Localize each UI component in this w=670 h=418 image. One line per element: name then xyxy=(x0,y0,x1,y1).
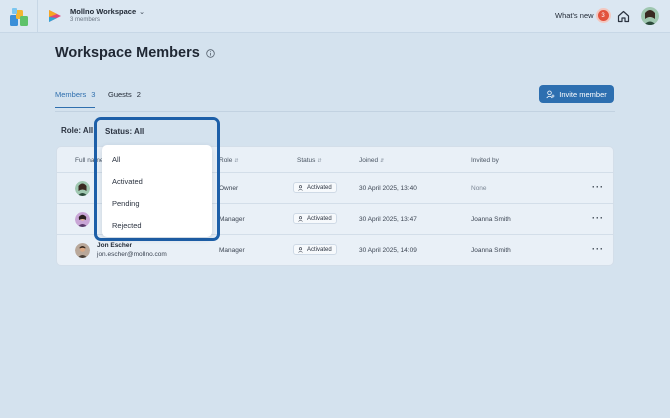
user-check-icon xyxy=(298,215,303,222)
workspace-switcher[interactable]: Mollno Workspace ⌄ xyxy=(70,7,145,16)
more-actions-icon[interactable]: ··· xyxy=(592,244,604,254)
member-invited-by: Joanna Smith xyxy=(471,247,511,254)
member-role: Owner xyxy=(219,185,239,192)
sort-icon: ⇵ xyxy=(234,157,239,164)
invite-member-label: Invite member xyxy=(559,89,607,99)
app-logo-icon[interactable] xyxy=(8,6,30,28)
role-filter[interactable]: Role: All xyxy=(61,126,93,135)
member-joined: 30 April 2025, 13:47 xyxy=(359,216,417,223)
member-joined: 30 April 2025, 13:40 xyxy=(359,185,417,192)
user-avatar[interactable] xyxy=(641,7,659,25)
sort-icon: ⇵ xyxy=(380,157,385,164)
header-status[interactable]: Status ⇵ xyxy=(297,157,322,164)
header-status-label: Status xyxy=(297,157,316,164)
member-name: Jon Escher xyxy=(97,242,133,249)
status-option-activated[interactable]: Activated xyxy=(112,177,143,186)
user-check-icon xyxy=(298,246,303,253)
status-text: Activated xyxy=(307,215,332,222)
whats-new-label: What's new xyxy=(555,11,594,20)
tab-guests[interactable]: Guests 2 xyxy=(108,90,141,99)
status-badge: Activated xyxy=(293,213,337,224)
tab-members[interactable]: Members 3 xyxy=(55,90,95,108)
chevron-down-icon: ⌄ xyxy=(139,8,145,16)
sort-icon: ⇵ xyxy=(317,157,322,164)
member-avatar xyxy=(75,212,90,227)
header-role-label: Role xyxy=(219,157,233,164)
status-options-menu: All Activated Pending Rejected xyxy=(102,145,212,237)
member-joined: 30 April 2025, 14:09 xyxy=(359,247,417,254)
add-user-icon xyxy=(546,90,555,98)
tab-guests-label: Guests xyxy=(108,90,132,99)
status-filter-label: Status: All xyxy=(105,127,145,136)
status-badge: Activated xyxy=(293,244,337,255)
member-avatar xyxy=(75,243,90,258)
tab-members-label: Members xyxy=(55,90,87,99)
status-badge: Activated xyxy=(293,182,337,193)
info-icon[interactable] xyxy=(206,48,215,58)
tab-members-count: 3 xyxy=(91,90,96,99)
top-bar: Mollno Workspace ⌄ 3 members What's new … xyxy=(0,0,670,33)
workspace-member-count: 3 members xyxy=(70,17,101,23)
status-text: Activated xyxy=(307,246,332,253)
status-filter-dropdown[interactable]: Status: All All Activated Pending Reject… xyxy=(94,117,220,241)
page-title-text: Workspace Members xyxy=(55,45,200,61)
header-joined-label: Joined xyxy=(359,157,379,164)
member-tabs: Members 3 Guests 2 xyxy=(55,88,615,112)
member-avatar xyxy=(75,181,90,196)
whats-new-button[interactable]: What's new 3 xyxy=(555,10,609,21)
whats-new-badge: 3 xyxy=(597,10,609,21)
header-joined[interactable]: Joined ⇵ xyxy=(359,157,384,164)
header-invited-by-label: Invited by xyxy=(471,157,499,164)
member-role: Manager xyxy=(219,247,245,254)
user-check-icon xyxy=(298,184,303,191)
workspace-logo-icon xyxy=(49,10,61,22)
status-option-all[interactable]: All xyxy=(112,155,120,164)
member-invited-by: None xyxy=(471,185,487,192)
tab-guests-count: 2 xyxy=(136,90,141,99)
member-role: Manager xyxy=(219,216,245,223)
invite-member-button[interactable]: Invite member xyxy=(539,85,614,103)
page-title: Workspace Members xyxy=(55,45,215,61)
workspace-name: Mollno Workspace xyxy=(70,7,137,16)
more-actions-icon[interactable]: ··· xyxy=(592,213,604,223)
status-text: Activated xyxy=(307,184,332,191)
header-role[interactable]: Role ⇵ xyxy=(219,157,239,164)
topbar-divider xyxy=(37,0,38,33)
more-actions-icon[interactable]: ··· xyxy=(592,182,604,192)
status-option-pending[interactable]: Pending xyxy=(112,199,140,208)
member-email: jon.escher@mollno.com xyxy=(97,251,167,258)
member-invited-by: Joanna Smith xyxy=(471,216,511,223)
home-icon[interactable] xyxy=(617,10,630,23)
status-option-rejected[interactable]: Rejected xyxy=(112,221,142,230)
header-invited-by: Invited by xyxy=(471,157,499,164)
